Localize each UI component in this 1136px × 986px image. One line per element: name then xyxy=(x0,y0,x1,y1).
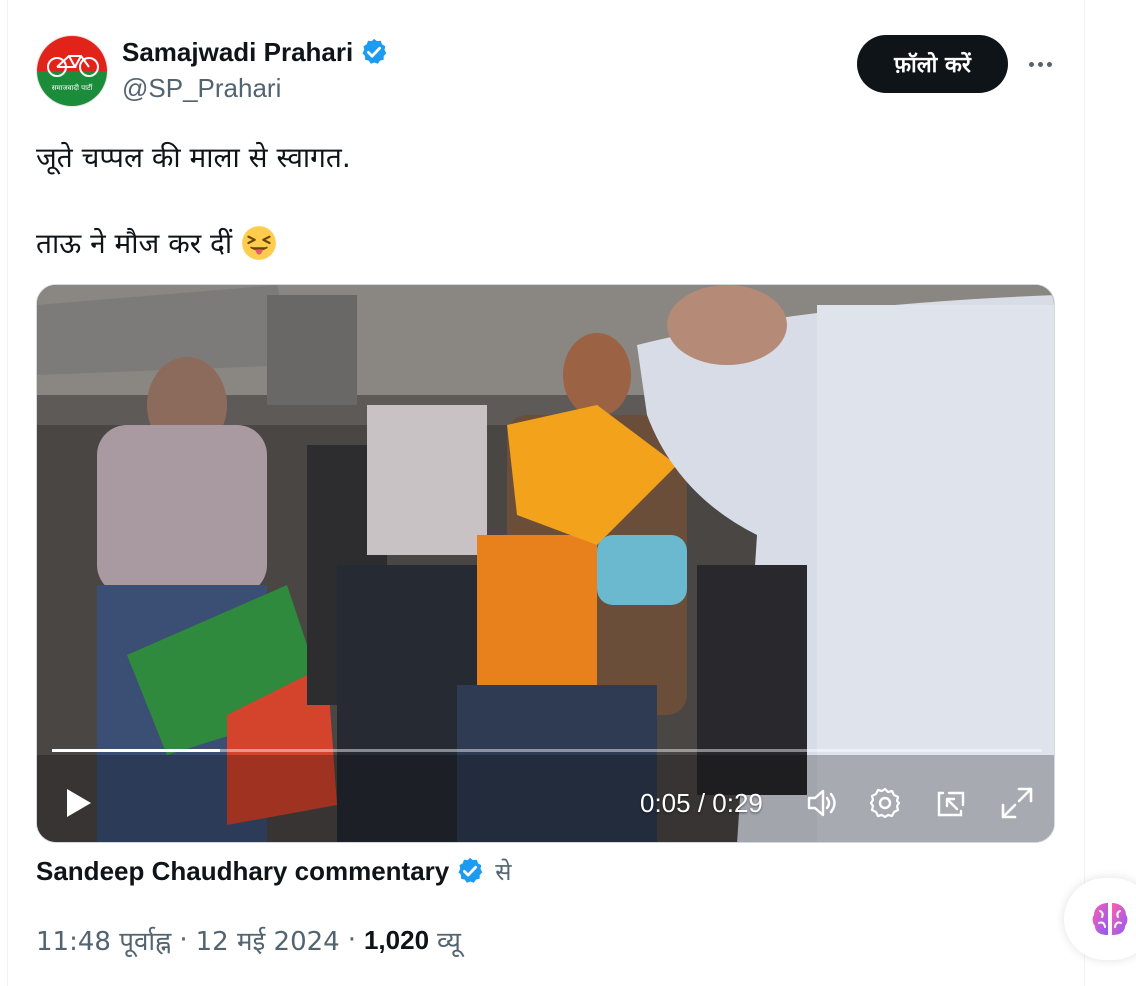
video-player[interactable]: 0:05 / 0:29 xyxy=(36,284,1055,843)
more-options-button[interactable] xyxy=(1020,46,1060,82)
attribution-suffix: से xyxy=(495,857,512,886)
follow-button[interactable]: फ़ॉलो करें xyxy=(857,35,1008,93)
tweet-text-line-1: जूते चप्पल की माला से स्वागत. xyxy=(36,141,351,174)
video-progress-bar[interactable] xyxy=(52,749,1042,752)
tweet-text-line-2: ताऊ ने मौज कर दीं xyxy=(36,224,278,262)
author-handle[interactable]: @SP_Prahari xyxy=(122,73,281,104)
tweet-time[interactable]: 11:48 पूर्वाह्न xyxy=(36,922,171,958)
meta-separator: · xyxy=(347,925,356,955)
video-attribution: Sandeep Chaudhary commentary से xyxy=(36,854,511,888)
meta-separator: · xyxy=(179,925,188,955)
video-frame xyxy=(37,285,1054,842)
bicycle-icon xyxy=(47,55,99,77)
pip-icon[interactable] xyxy=(933,785,969,821)
fullscreen-icon[interactable] xyxy=(999,785,1035,821)
brain-icon xyxy=(1092,903,1128,935)
squinting-face-with-tongue-emoji-icon xyxy=(242,226,277,260)
verified-badge-icon xyxy=(458,857,483,883)
author-display-name[interactable]: Samajwadi Prahari xyxy=(122,37,353,68)
avatar-caption: समाजवादी पार्टी xyxy=(51,84,93,92)
settings-gear-icon[interactable] xyxy=(867,785,903,821)
left-divider xyxy=(7,0,8,986)
volume-icon[interactable] xyxy=(803,785,839,821)
attribution-source-link[interactable]: Sandeep Chaudhary commentary xyxy=(36,856,449,887)
video-progress-fill xyxy=(52,749,221,752)
more-dots-icon xyxy=(1028,61,1034,67)
tweet-text-line-2-text: ताऊ ने मौज कर दीं xyxy=(36,227,233,260)
video-time-display: 0:05 / 0:29 xyxy=(640,788,763,818)
views-count: 1,020 xyxy=(363,924,430,955)
author-name-row[interactable]: Samajwadi Prahari xyxy=(122,36,389,68)
avatar[interactable]: समाजवादी पार्टी xyxy=(36,35,108,107)
grok-assistant-button[interactable] xyxy=(1064,878,1136,960)
tweet-page: समाजवादी पार्टी Samajwadi Prahari @SP_Pr… xyxy=(0,0,1136,986)
more-dots-icon xyxy=(1037,61,1043,67)
tweet-meta: 11:48 पूर्वाह्न · 12 मई 2024 · 1,020 व्य… xyxy=(36,922,461,958)
tweet-date[interactable]: 12 मई 2024 xyxy=(196,922,340,958)
views-label: व्यू xyxy=(437,927,462,957)
right-divider xyxy=(1084,0,1085,986)
verified-badge-icon xyxy=(362,38,387,64)
play-icon[interactable] xyxy=(63,785,95,821)
more-dots-icon xyxy=(1046,61,1052,67)
